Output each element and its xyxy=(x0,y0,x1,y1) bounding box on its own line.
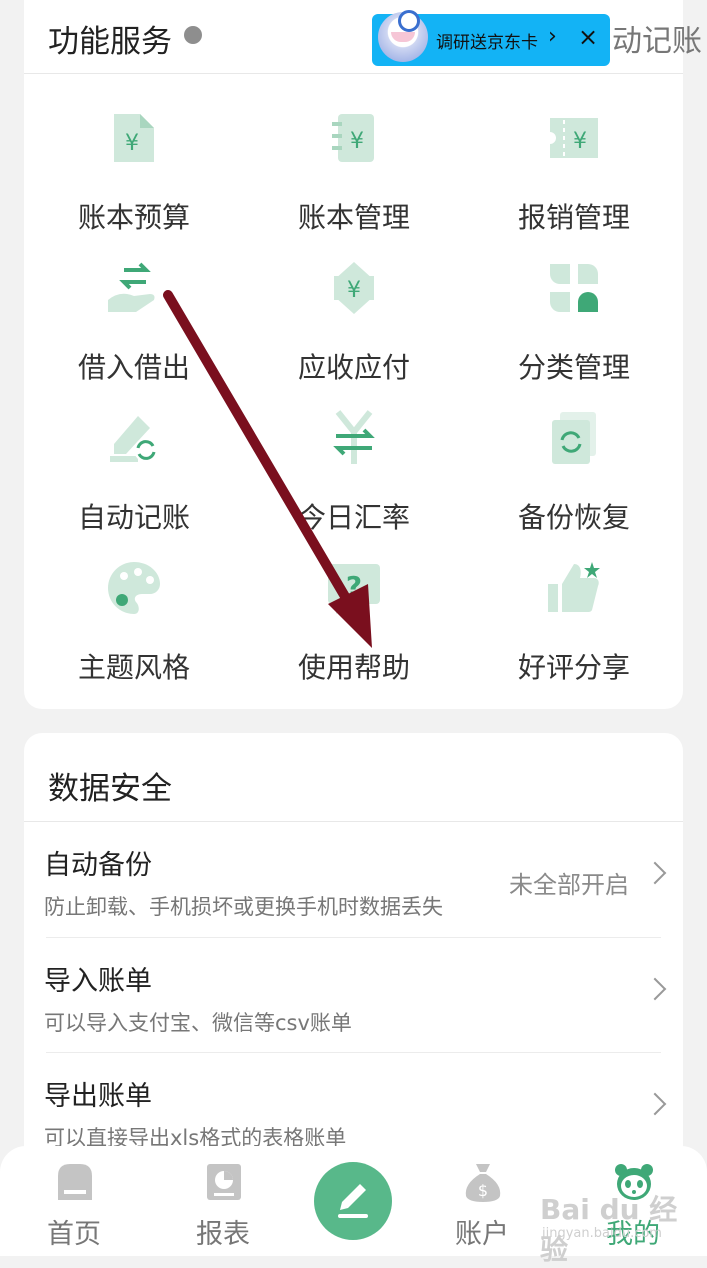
func-label: 使用帮助 xyxy=(297,651,410,684)
close-icon[interactable]: × xyxy=(578,23,598,51)
nav-account[interactable]: $ 账户 xyxy=(432,1146,532,1256)
chevron-right-icon xyxy=(643,1092,667,1116)
add-record-button[interactable] xyxy=(314,1162,392,1240)
row-desc: 可以导入支付宝、微信等csv账单 xyxy=(44,1011,352,1035)
status-dot xyxy=(184,26,202,44)
func-label: 账本预算 xyxy=(77,201,190,234)
func-label: 分类管理 xyxy=(517,351,630,384)
help-icon: ? xyxy=(328,564,380,614)
svg-text:¥: ¥ xyxy=(125,131,139,156)
row-desc: 防止卸载、手机损坏或更换手机时数据丢失 xyxy=(44,895,443,919)
auto-record-icon xyxy=(110,416,158,462)
svg-text:$: $ xyxy=(478,1181,488,1200)
svg-text:¥: ¥ xyxy=(573,129,587,154)
home-icon xyxy=(58,1164,92,1200)
row-title: 自动备份 xyxy=(44,850,152,881)
data-security-card: 数据安全 自动备份 防止卸载、手机损坏或更换手机时数据丢失 未全部开启 导入账单… xyxy=(24,733,683,1173)
watermark: Bai du 经验 jingyan.baidu.com xyxy=(540,1188,700,1266)
palette-icon xyxy=(108,562,160,614)
divider xyxy=(24,73,683,74)
watermark-sub: jingyan.baidu.com xyxy=(542,1226,662,1241)
chevron-right-icon xyxy=(643,977,667,1001)
row-title: 导入账单 xyxy=(44,966,152,997)
nav-label: 账户 xyxy=(455,1219,509,1250)
func-label: 今日汇率 xyxy=(297,501,410,534)
nav-label: 首页 xyxy=(47,1219,101,1250)
nav-home[interactable]: 首页 xyxy=(24,1146,124,1256)
ledger-manage-icon: ¥ xyxy=(332,114,374,162)
row-title: 导出账单 xyxy=(44,1081,152,1112)
svg-text:¥: ¥ xyxy=(350,129,364,154)
func-label: 应收应付 xyxy=(297,351,410,384)
nav-label: 报表 xyxy=(196,1219,250,1250)
promo-badge-icon xyxy=(398,10,420,32)
func-label: 借入借出 xyxy=(77,351,190,384)
exchange-rate-icon xyxy=(333,410,375,464)
lend-borrow-icon xyxy=(108,262,155,312)
category-icon xyxy=(550,264,598,312)
func-label: 好评分享 xyxy=(517,651,630,684)
auto-record-partial-label: 动记账 xyxy=(612,24,702,59)
func-label: 自动记账 xyxy=(77,501,190,534)
func-label: 备份恢复 xyxy=(517,501,630,534)
pencil-icon xyxy=(338,1184,368,1218)
thumbs-up-icon xyxy=(548,562,600,612)
svg-text:?: ? xyxy=(346,570,362,603)
nav-report[interactable]: 报表 xyxy=(173,1146,273,1256)
function-services-card: 功能服务 动记账 ¥ 账本预算 ¥ 账本管理 ¥ 报销管理 借入借出 ¥ 应收应… xyxy=(24,0,702,709)
chevron-right-icon xyxy=(643,861,667,885)
promo-text: 调研送京东卡 xyxy=(436,33,538,53)
section-title: 数据安全 xyxy=(48,771,172,807)
survey-promo-banner[interactable]: 调研送京东卡 › × xyxy=(372,10,610,66)
ledger-budget-icon: ¥ xyxy=(114,114,154,162)
row-import-bill[interactable]: 导入账单 可以导入支付宝、微信等csv账单 xyxy=(24,937,683,1052)
row-auto-backup[interactable]: 自动备份 防止卸载、手机损坏或更换手机时数据丢失 未全部开启 xyxy=(24,821,683,936)
money-bag-icon: $ xyxy=(465,1164,501,1202)
func-label: 账本管理 xyxy=(297,201,410,234)
receivable-icon: ¥ xyxy=(334,262,374,314)
report-icon xyxy=(207,1164,241,1200)
section-title: 功能服务 xyxy=(48,24,172,60)
func-label: 报销管理 xyxy=(517,201,630,234)
backup-restore-icon xyxy=(552,412,596,464)
row-status: 未全部开启 xyxy=(509,871,629,899)
svg-text:¥: ¥ xyxy=(347,278,361,303)
reimburse-icon: ¥ xyxy=(550,118,598,158)
chevron-right-icon: › xyxy=(548,24,557,49)
func-label: 主题风格 xyxy=(77,651,190,684)
